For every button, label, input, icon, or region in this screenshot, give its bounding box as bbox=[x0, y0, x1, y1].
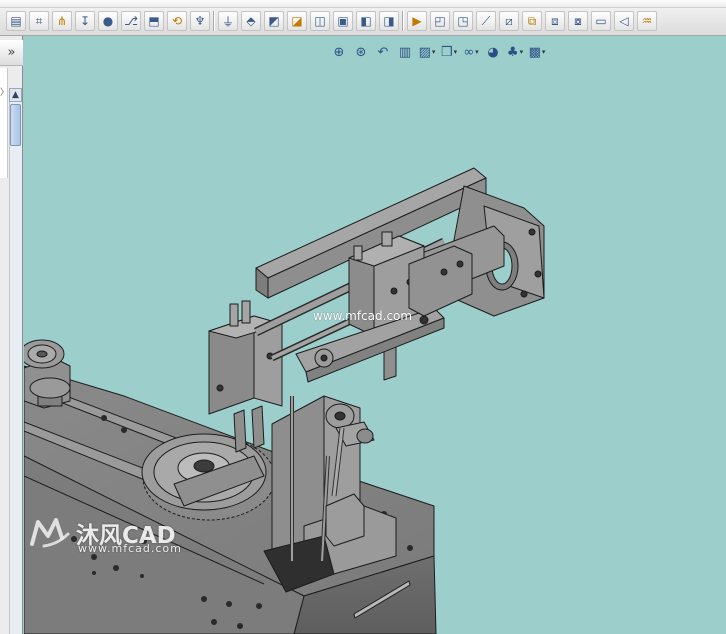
apple-icon[interactable]: ● bbox=[98, 11, 118, 31]
hole-icon[interactable]: ◨ bbox=[379, 11, 399, 31]
intersect-icon[interactable]: ⧉ bbox=[522, 11, 542, 31]
zoom-to-area-glyph: ⊛ bbox=[355, 44, 367, 60]
play-icon[interactable]: ▶ bbox=[407, 11, 427, 31]
split-icon[interactable]: ⟋ bbox=[476, 11, 496, 31]
display-style-glyph: ❒ bbox=[440, 44, 453, 60]
view-orientation-glyph: ▨ bbox=[418, 44, 431, 60]
simulation-icon[interactable]: ♒ bbox=[637, 11, 657, 31]
explode-icon[interactable]: ▭ bbox=[591, 11, 611, 31]
view-settings-icon[interactable]: ▩ ▾ bbox=[527, 42, 547, 62]
toolbar-button-row: ▤ ⌗ ⋔ ↧ ● ⎇ ⬒ ⟲ ♆ ⏚ ⬘ ◩ ◪ ◫ ▣ ◧ ◨ ▶ ◰ ◳ ⟋ ⧄ ⧉ ⧈ ⧇ ▭ ◁ ♒ bbox=[6, 11, 657, 33]
draft-icon[interactable]: ◧ bbox=[356, 11, 376, 31]
previous-view-glyph: ↶ bbox=[377, 44, 389, 60]
pattern-icon[interactable]: ⋔ bbox=[52, 11, 72, 31]
revolve-icon[interactable]: ⟲ bbox=[167, 11, 187, 31]
expand-pane-button[interactable]: » bbox=[0, 40, 23, 66]
shell-icon[interactable]: ▣ bbox=[333, 11, 353, 31]
hide-show-items-icon[interactable]: ∞ ▾ bbox=[461, 42, 481, 62]
zoom-to-fit-glyph: ⊕ bbox=[333, 44, 345, 60]
edit-appearance-glyph: ◕ bbox=[487, 44, 499, 60]
mirror-icon[interactable]: ⎇ bbox=[121, 11, 141, 31]
section-view-icon[interactable]: ▥ bbox=[395, 42, 415, 62]
dropdown-arrow-icon[interactable]: ▾ bbox=[454, 48, 458, 56]
display-style-icon[interactable]: ❒ ▾ bbox=[439, 42, 459, 62]
mate-icon[interactable]: ⧇ bbox=[568, 11, 588, 31]
command-toolbar: ▤ ⌗ ⋔ ↧ ● ⎇ ⬒ ⟲ ♆ ⏚ ⬘ ◩ ◪ ◫ ▣ ◧ ◨ ▶ ◰ ◳ ⟋ ⧄ ⧉ ⧈ ⧇ ▭ ◁ ♒ bbox=[0, 0, 726, 36]
fillet-icon[interactable]: ◩ bbox=[264, 11, 284, 31]
zoom-to-area-icon[interactable]: ⊛ bbox=[351, 42, 371, 62]
smart-dimension-icon[interactable]: ⌗ bbox=[29, 11, 49, 31]
extrude-icon[interactable]: ⬒ bbox=[144, 11, 164, 31]
chamfer-icon[interactable]: ◪ bbox=[287, 11, 307, 31]
toolbar-separator bbox=[402, 11, 404, 31]
logo-mark-icon bbox=[30, 518, 70, 548]
assembly-icon[interactable]: ⧈ bbox=[545, 11, 565, 31]
dropdown-arrow-icon[interactable]: ▾ bbox=[475, 48, 479, 56]
scroll-up-button[interactable]: ▲ bbox=[9, 88, 22, 102]
feature-manager-pane: » 〉 ▲ bbox=[0, 36, 23, 634]
watermark-logo: 沐风CAD www.mfcad.com bbox=[28, 516, 181, 555]
scroll-thumb[interactable] bbox=[10, 104, 21, 146]
rib-icon[interactable]: ◫ bbox=[310, 11, 330, 31]
vertical-scrollbar[interactable] bbox=[9, 88, 22, 634]
apply-scene-glyph: ♣ bbox=[506, 44, 519, 60]
thermometer-icon[interactable]: ⏚ bbox=[218, 11, 238, 31]
sketch-icon[interactable]: ▤ bbox=[6, 11, 26, 31]
combine-icon[interactable]: ⧄ bbox=[499, 11, 519, 31]
collapse-arrow-icon[interactable]: 〉 bbox=[0, 82, 9, 100]
sweep-icon[interactable]: ♆ bbox=[190, 11, 210, 31]
dropdown-arrow-icon[interactable]: ▾ bbox=[520, 48, 524, 56]
toolbar-header-strip bbox=[0, 0, 726, 8]
zoom-to-fit-icon[interactable]: ⊕ bbox=[329, 42, 349, 62]
edit-appearance-icon[interactable]: ◕ bbox=[483, 42, 503, 62]
section-view-glyph: ▥ bbox=[398, 44, 412, 60]
wrap-icon[interactable]: ◰ bbox=[430, 11, 450, 31]
section-icon[interactable]: ◁ bbox=[614, 11, 634, 31]
dropdown-arrow-icon[interactable]: ▾ bbox=[542, 48, 546, 56]
move-icon[interactable]: ↧ bbox=[75, 11, 95, 31]
watermark-url: www.mfcad.com bbox=[313, 309, 413, 323]
previous-view-icon[interactable]: ↶ bbox=[373, 42, 393, 62]
dome-icon[interactable]: ◳ bbox=[453, 11, 473, 31]
left-sprocket bbox=[24, 339, 71, 409]
apply-scene-icon[interactable]: ♣ ▾ bbox=[505, 42, 525, 62]
hide-show-items-glyph: ∞ bbox=[463, 44, 475, 60]
dropdown-arrow-icon[interactable]: ▾ bbox=[432, 48, 436, 56]
heads-up-view-toolbar: ⊕ ⊛ ↶ ▥ ▨ ▾ ❒ ▾ ∞ ▾ ◕ ♣ ▾ ▩ ▾ bbox=[329, 41, 547, 63]
view-settings-glyph: ▩ bbox=[528, 44, 541, 60]
view-orientation-icon[interactable]: ▨ ▾ bbox=[417, 42, 437, 62]
toolbar-separator bbox=[213, 11, 215, 31]
watermark-sub-url: www.mfcad.com bbox=[78, 542, 182, 555]
loft-icon[interactable]: ⬘ bbox=[241, 11, 261, 31]
